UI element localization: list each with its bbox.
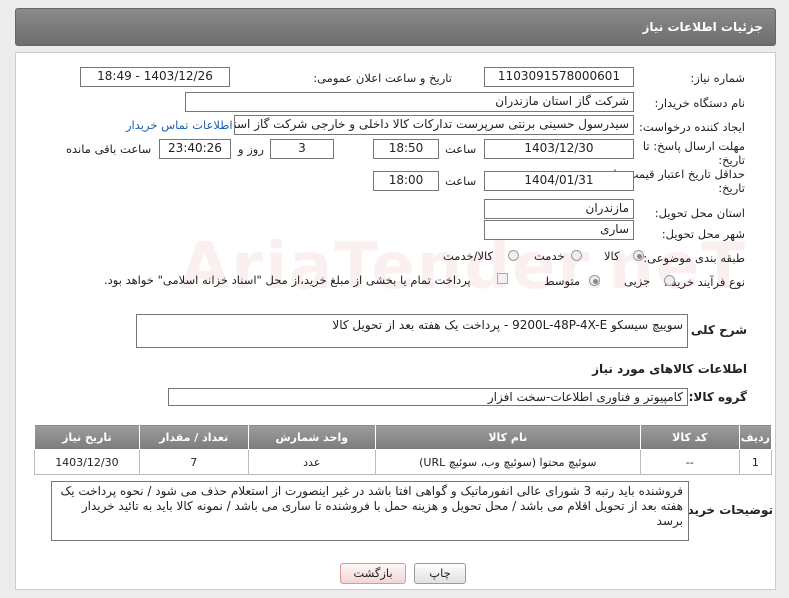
goods-section-title: اطلاعات کالاهای مورد نیاز: [592, 362, 747, 376]
summary-field: سوییچ سیسکو 9200L-48P-4X-E - پرداخت یک ه…: [136, 314, 688, 348]
print-button[interactable]: چاپ: [414, 563, 466, 584]
days-label: روز و: [238, 142, 264, 156]
cell-need-date: 1403/12/30: [34, 449, 140, 475]
validity-date-label: تاریخ:: [718, 181, 745, 195]
city-label: شهر محل تحویل:: [661, 227, 745, 241]
treasury-payment-note: پرداخت تمام یا بخشی از مبلغ خرید،از محل …: [104, 273, 471, 287]
city-field: ساری: [484, 220, 634, 240]
category-label: طبقه بندی موضوعی:: [643, 251, 745, 265]
validity-time-label: ساعت: [445, 174, 477, 188]
category-service-label: خدمت: [534, 249, 565, 263]
remaining-time-field: 23:40:26: [159, 139, 231, 159]
process-minor-radio[interactable]: [664, 275, 675, 286]
days-field: 3: [270, 139, 334, 159]
cell-code: --: [639, 449, 740, 475]
category-service-radio[interactable]: [571, 250, 582, 261]
province-field: مازندران: [484, 199, 634, 219]
page-title: جزئیات اطلاعات نیاز: [642, 20, 763, 34]
cell-unit: عدد: [247, 449, 376, 475]
watermark: AriaTender.neT: [180, 230, 747, 304]
requester-field: سیدرسول حسینی برنتی سرپرست تدارکات کالا …: [234, 115, 634, 135]
process-minor-label: جزیی: [624, 274, 651, 288]
cell-quantity: 7: [138, 449, 249, 475]
category-goods-radio[interactable]: [633, 250, 644, 261]
buyer-contact-link[interactable]: اطلاعات تماس خریدار: [126, 118, 233, 132]
table-header-row: ردیف کد کالا نام کالا واحد شمارش تعداد /…: [34, 424, 773, 450]
need-number-label: شماره نیاز:: [690, 71, 745, 85]
announce-label: تاریخ و ساعت اعلان عمومی:: [313, 71, 452, 85]
col-quantity: تعداد / مقدار: [138, 424, 249, 450]
reply-date-field: 1403/12/30: [484, 139, 634, 159]
table-row: 1 -- سوئیچ محتوا (سوئیچ وب، سوئیچ URL) ع…: [34, 449, 773, 475]
validity-time-field: 18:00: [373, 171, 439, 191]
page-header: جزئیات اطلاعات نیاز: [15, 8, 776, 46]
goods-group-field: کامپیوتر و فناوری اطلاعات-سخت افزار: [168, 388, 688, 406]
cell-name: سوئیچ محتوا (سوئیچ وب، سوئیچ URL): [374, 449, 641, 475]
treasury-payment-checkbox[interactable]: [497, 273, 508, 284]
announce-field: 1403/12/26 - 18:49: [80, 67, 230, 87]
items-table: ردیف کد کالا نام کالا واحد شمارش تعداد /…: [34, 424, 773, 475]
col-name: نام کالا: [374, 424, 641, 450]
reply-time-label: ساعت: [445, 142, 477, 156]
remaining-label: ساعت باقی مانده: [66, 142, 152, 156]
category-goods-label: کالا: [604, 249, 620, 263]
process-medium-radio[interactable]: [589, 275, 600, 286]
reply-time-field: 18:50: [373, 139, 439, 159]
requester-label: ایجاد کننده درخواست:: [639, 120, 745, 134]
col-row: ردیف: [738, 424, 773, 450]
col-need-date: تاریخ نیاز: [34, 424, 140, 450]
process-medium-label: متوسط: [544, 274, 581, 288]
category-both-label: کالا/خدمت: [443, 249, 494, 263]
reply-deadline-label: مهلت ارسال پاسخ: تا: [642, 139, 745, 153]
col-code: کد کالا: [639, 424, 740, 450]
buyer-notes-field: فروشنده باید رتبه 3 شورای عالی انفورماتی…: [51, 481, 689, 541]
category-both-radio[interactable]: [508, 250, 519, 261]
process-label: نوع فرآیند خرید :: [663, 275, 745, 289]
province-label: استان محل تحویل:: [654, 206, 745, 220]
cell-row: 1: [738, 449, 773, 475]
buyer-org-label: نام دستگاه خریدار:: [654, 96, 745, 110]
goods-group-label: گروه کالا:: [688, 390, 747, 404]
buyer-org-field: شرکت گاز استان مازندران: [185, 92, 634, 112]
validity-date-field: 1404/01/31: [484, 171, 634, 191]
reply-deadline-date-label: تاریخ:: [718, 153, 745, 167]
col-unit: واحد شمارش: [247, 424, 376, 450]
back-button[interactable]: بازگشت: [340, 563, 406, 584]
need-number-field: 1103091578000601: [484, 67, 634, 87]
